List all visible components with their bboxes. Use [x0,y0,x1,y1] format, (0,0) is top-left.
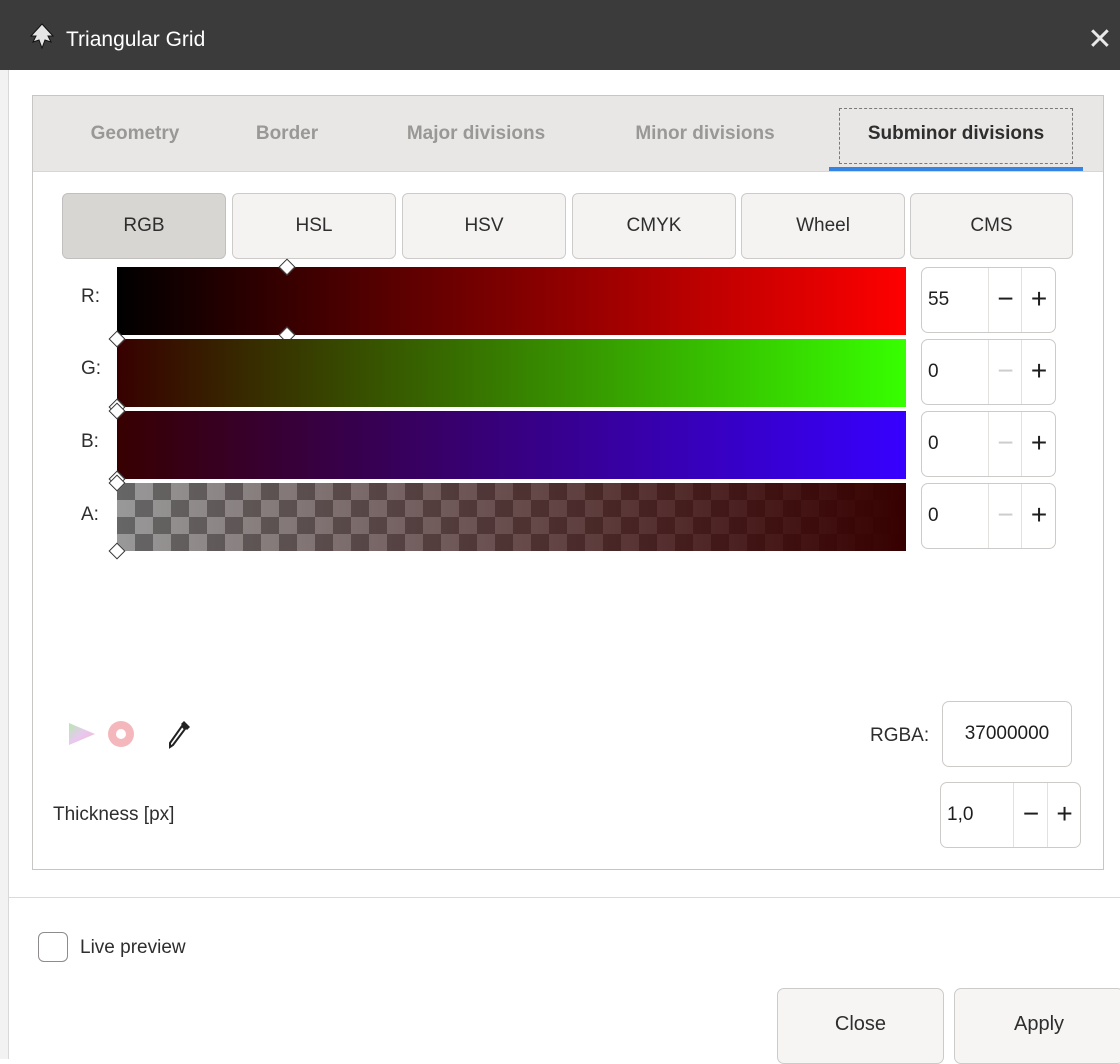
tab-bar: Geometry Border Major divisions Minor di… [33,96,1103,172]
thickness-increment-button[interactable]: + [1047,783,1081,847]
g-spin[interactable]: 0 − + [921,339,1056,405]
out-of-gamut-icon[interactable] [105,719,137,749]
eyedropper-icon[interactable] [167,718,193,752]
channel-label-b: B: [81,431,99,452]
thickness-value[interactable]: 1,0 [947,783,973,847]
channel-label-a: A: [81,504,99,525]
slider-a[interactable] [108,474,906,560]
tab-label: Minor divisions [635,123,775,144]
live-preview-checkbox[interactable] [38,932,68,962]
gamut-triangle-icon[interactable] [67,721,97,747]
title-bar: Triangular Grid ✕ [0,0,1120,70]
inkscape-app-icon [29,23,55,50]
thickness-decrement-button[interactable]: − [1013,783,1048,847]
mode-wheel-button[interactable]: Wheel [741,193,905,259]
tab-geometry[interactable]: Geometry [75,96,195,171]
active-tab-underline [829,167,1083,171]
tab-label: Geometry [90,123,180,144]
close-button[interactable]: Close [777,988,944,1064]
r-decrement-button[interactable]: − [988,268,1022,332]
g-increment-button[interactable]: + [1021,340,1056,404]
tab-major-divisions[interactable]: Major divisions [389,96,563,171]
mode-hsv-button[interactable]: HSV [402,193,566,259]
a-value[interactable]: 0 [928,484,939,548]
slider-r[interactable] [117,258,906,344]
window-edge [0,70,9,1059]
g-value[interactable]: 0 [928,340,939,404]
rgba-label: RGBA: [870,725,930,746]
b-spin[interactable]: 0 − + [921,411,1056,477]
b-increment-button[interactable]: + [1021,412,1056,476]
slider-g[interactable] [108,330,906,416]
tab-border[interactable]: Border [243,96,331,171]
tab-subminor-divisions[interactable]: Subminor divisions [829,96,1083,171]
mode-cms-button[interactable]: CMS [910,193,1073,259]
thickness-spin[interactable]: 1,0 − + [940,782,1081,848]
a-decrement-button[interactable]: − [988,484,1022,548]
tab-label: Border [255,123,319,144]
channel-label-g: G: [81,358,102,379]
a-increment-button[interactable]: + [1021,484,1056,548]
b-decrement-button[interactable]: − [988,412,1022,476]
tab-label: Subminor divisions [867,123,1045,144]
g-decrement-button[interactable]: − [988,340,1022,404]
tab-label: Major divisions [406,123,546,144]
window-title: Triangular Grid [66,28,206,51]
mode-hsl-button[interactable]: HSL [232,193,396,259]
apply-button[interactable]: Apply [954,988,1120,1064]
slider-b-track [117,411,906,479]
slider-b[interactable] [108,402,906,488]
mode-cmyk-button[interactable]: CMYK [572,193,736,259]
mode-rgb-button[interactable]: RGB [62,193,226,259]
slider-r-track [117,267,906,335]
b-value[interactable]: 0 [928,412,939,476]
grid-notebook: Geometry Border Major divisions Minor di… [32,95,1104,870]
a-spin[interactable]: 0 − + [921,483,1056,549]
channel-label-r: R: [81,286,100,307]
live-preview-label[interactable]: Live preview [80,932,186,964]
separator [8,897,1120,898]
rgba-input[interactable]: 37000000 [942,701,1072,767]
slider-a-track [117,483,906,551]
close-window-icon[interactable]: ✕ [1080,0,1120,80]
thickness-label: Thickness [px] [53,804,175,825]
r-increment-button[interactable]: + [1021,268,1056,332]
tab-minor-divisions[interactable]: Minor divisions [619,96,791,171]
slider-g-track [117,339,906,407]
r-value[interactable]: 55 [928,268,949,332]
r-spin[interactable]: 55 − + [921,267,1056,333]
